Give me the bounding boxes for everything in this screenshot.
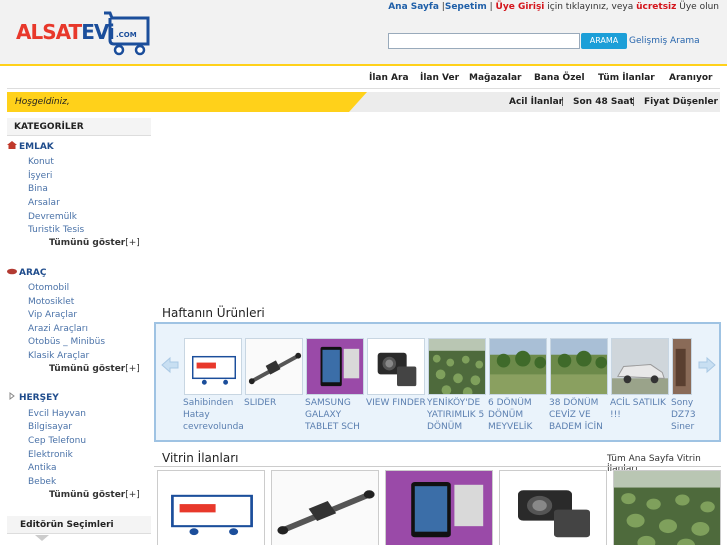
category-item[interactable]: Bebek xyxy=(28,477,56,487)
show-all-link[interactable]: Tümünü göster[+] xyxy=(49,364,140,374)
showcase-ads-title: Vitrin İlanları xyxy=(162,451,239,465)
category-item[interactable]: Devremülk xyxy=(28,212,77,222)
house-icon xyxy=(7,141,17,149)
divider xyxy=(154,466,721,467)
category-everything[interactable]: HERŞEY xyxy=(7,392,59,403)
carousel-next-arrow-icon[interactable] xyxy=(697,355,717,375)
nav-item-search-ads[interactable]: İlan Ara xyxy=(369,73,409,83)
show-all-label: Tümünü göster xyxy=(49,238,126,248)
category-item[interactable]: Bilgisayar xyxy=(28,422,72,432)
product-thumbnail[interactable] xyxy=(306,338,364,395)
category-item[interactable]: Arsalar xyxy=(28,198,60,208)
product-caption[interactable]: SAMSUNG GALAXY TABLET SCH xyxy=(305,397,365,429)
nav-item-wanted[interactable]: Aranıyor xyxy=(669,73,712,83)
show-all-link[interactable]: Tümünü göster[+] xyxy=(49,238,140,248)
weekly-products-title: Haftanın Ürünleri xyxy=(162,306,265,320)
top-links: Ana Sayfa |Sepetim | Üye Girişi için tık… xyxy=(388,2,719,12)
search-button[interactable]: ARAMA xyxy=(581,33,627,49)
show-all-label: Tümünü göster xyxy=(49,490,126,500)
signup-text: Üye olun xyxy=(679,2,719,12)
home-link[interactable]: Ana Sayfa xyxy=(388,2,439,12)
category-item[interactable]: Bina xyxy=(28,184,48,194)
category-item[interactable]: Turistik Tesis xyxy=(28,225,84,235)
editors-picks-label: Editörün Seçimleri xyxy=(20,520,114,530)
free-signup-link[interactable]: ücretsiz xyxy=(636,2,676,12)
showcase-ad-card[interactable] xyxy=(385,470,493,545)
separator: | xyxy=(489,2,493,12)
separator: | xyxy=(561,97,565,107)
category-item[interactable]: Cep Telefonu xyxy=(28,436,86,446)
category-item[interactable]: Elektronik xyxy=(28,450,73,460)
product-caption[interactable]: ACİL SATILIK !!! xyxy=(610,397,670,429)
category-real-estate[interactable]: EMLAK xyxy=(7,141,54,152)
carousel-prev-arrow-icon[interactable] xyxy=(160,355,180,375)
product-thumbnail[interactable] xyxy=(611,338,669,395)
last-48-hours-link[interactable]: Son 48 Saat xyxy=(573,97,634,107)
product-caption[interactable]: Sony DZ73 Siner xyxy=(671,397,695,429)
product-caption[interactable]: 6 DÖNÜM DÖNÜM MEYVELİK xyxy=(488,397,548,429)
product-thumbnail[interactable] xyxy=(489,338,547,395)
showcase-ad-card[interactable] xyxy=(499,470,607,545)
category-item[interactable]: Otobüs _ Minibüs xyxy=(28,337,105,347)
category-item[interactable]: Vip Araçlar xyxy=(28,310,77,320)
login-link[interactable]: Üye Girişi xyxy=(496,2,545,12)
product-caption[interactable]: Sahibinden Hatay çevreyolunda xyxy=(183,397,243,429)
showcase-ad-card[interactable] xyxy=(613,470,721,545)
product-thumbnail[interactable] xyxy=(428,338,486,395)
show-all-label: Tümünü göster xyxy=(49,364,126,374)
product-caption[interactable]: SLIDER xyxy=(244,397,304,429)
nav-item-all-ads[interactable]: Tüm İlanlar xyxy=(598,73,655,83)
product-thumbnail[interactable] xyxy=(184,338,242,395)
category-item[interactable]: Arazi Araçları xyxy=(28,324,88,334)
triangle-right-icon xyxy=(9,392,15,400)
nav-item-for-me[interactable]: Bana Özel xyxy=(534,73,585,83)
expand-marker: [+] xyxy=(125,238,140,248)
product-thumbnail[interactable] xyxy=(672,338,692,395)
login-hint-text: için tıklayınız, veya xyxy=(547,2,634,12)
category-item[interactable]: İşyeri xyxy=(28,171,52,181)
nav-item-stores[interactable]: Mağazalar xyxy=(469,73,521,83)
search-input[interactable] xyxy=(388,33,580,49)
dropdown-triangle-icon xyxy=(35,535,49,541)
separator: | xyxy=(632,97,636,107)
product-thumbnail[interactable] xyxy=(550,338,608,395)
category-item[interactable]: Antika xyxy=(28,463,56,473)
category-item[interactable]: Klasik Araçlar xyxy=(28,351,89,361)
category-item[interactable]: Otomobil xyxy=(28,283,69,293)
page: ALSATEVi .COM Ana Sayfa |Sepetim | Üye G… xyxy=(0,0,727,545)
product-thumbnail[interactable] xyxy=(245,338,303,395)
price-drops-link[interactable]: Fiyat Düşenler xyxy=(644,97,718,107)
advanced-search-link[interactable]: Gelişmiş Arama xyxy=(629,36,700,46)
showcase-ad-card[interactable] xyxy=(271,470,379,545)
category-label: EMLAK xyxy=(19,142,54,152)
category-label: HERŞEY xyxy=(19,393,59,403)
category-item[interactable]: Evcil Hayvan xyxy=(28,409,86,419)
category-item[interactable]: Konut xyxy=(28,157,54,167)
show-all-link[interactable]: Tümünü göster[+] xyxy=(49,490,140,500)
expand-marker: [+] xyxy=(125,364,140,374)
expand-marker: [+] xyxy=(125,490,140,500)
showcase-ad-card[interactable] xyxy=(157,470,265,545)
cart-link[interactable]: Sepetim xyxy=(445,2,487,12)
product-caption[interactable]: YENİKÖY'DE YATIRIMLIK 5 DÖNÜM xyxy=(427,397,487,429)
car-icon xyxy=(7,268,17,275)
product-caption[interactable]: VIEW FINDER xyxy=(366,397,426,429)
category-item[interactable]: Motosiklet xyxy=(28,297,74,307)
nav-item-post-ad[interactable]: İlan Ver xyxy=(420,73,459,83)
editors-picks-heading: Editörün Seçimleri xyxy=(7,516,151,541)
product-thumbnail[interactable] xyxy=(367,338,425,395)
urgent-ads-link[interactable]: Acil İlanlar xyxy=(509,97,563,107)
category-vehicles[interactable]: ARAÇ xyxy=(7,267,46,278)
product-caption[interactable]: 38 DÖNÜM CEVİZ VE BADEM İÇİN xyxy=(549,397,609,429)
category-label: ARAÇ xyxy=(19,268,47,278)
categories-sidebar: EMLAK Konut İşyeri Bina Arsalar Devremül… xyxy=(7,0,151,545)
